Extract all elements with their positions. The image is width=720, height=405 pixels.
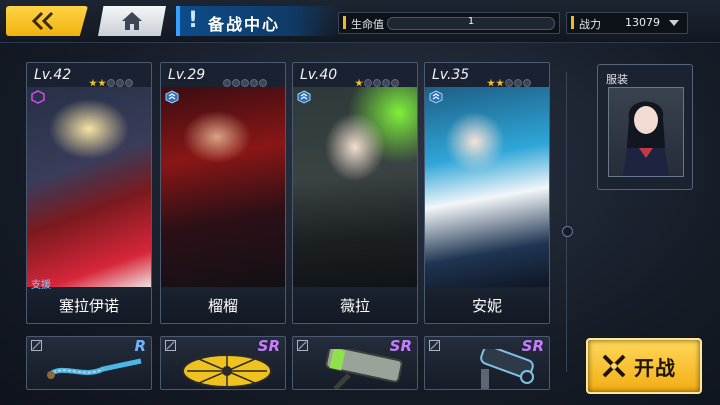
home-button[interactable] — [98, 6, 166, 36]
chevron-role-icon — [429, 90, 443, 104]
page-title: 备战中心 — [208, 15, 281, 34]
death-hammer-icon — [325, 349, 403, 389]
page-title-box: ! 备战中心 — [176, 6, 340, 36]
hp-value: 1 — [467, 16, 475, 27]
hero-portrait — [425, 87, 549, 287]
back-arrow-icon — [31, 11, 54, 31]
weapon-slot-3[interactable]: SR — [292, 336, 418, 390]
umbrella-icon — [182, 354, 272, 388]
energy-bar — [359, 281, 412, 296]
hexagon-role-icon — [31, 90, 45, 104]
hero-level: Lv.42 — [34, 67, 72, 83]
power-display[interactable]: 战力 13079 — [566, 12, 688, 34]
equip-slot-icon — [165, 340, 176, 351]
weapon-slot-2[interactable]: SR — [160, 336, 286, 390]
crossed-swords-icon — [602, 354, 626, 378]
hero-portrait — [161, 87, 285, 287]
power-label: 战力 — [579, 18, 601, 31]
hp-label: 生命值 — [351, 18, 384, 31]
hero-stars — [223, 72, 268, 91]
hero-name: 榴榴 — [161, 289, 285, 323]
costume-portrait[interactable] — [608, 87, 684, 177]
costume-panel[interactable]: 服装 — [597, 64, 693, 190]
hero-card-3[interactable]: Lv.40 薇拉 — [292, 62, 418, 324]
costume-character-icon — [623, 101, 669, 176]
chevron-role-icon — [297, 90, 311, 104]
hero-card-2[interactable]: Lv.29 榴榴 — [160, 62, 286, 324]
equip-slot-icon — [31, 340, 42, 351]
top-bar: ! 备战中心 生命值 1 战力 13079 — [0, 0, 720, 43]
hero-stars — [89, 72, 134, 91]
hero-stars — [487, 72, 532, 91]
weapon-slot-1[interactable]: R — [26, 336, 152, 390]
divider-dot — [562, 226, 573, 237]
equip-slot-icon — [429, 340, 440, 351]
energy-bar — [93, 281, 146, 296]
hero-stars — [355, 72, 400, 91]
hero-portrait — [27, 87, 151, 287]
cannon-icon — [480, 349, 534, 389]
hero-name: 塞拉伊诺 — [27, 289, 151, 323]
equip-slot-icon — [297, 340, 308, 351]
back-button[interactable] — [6, 6, 88, 36]
hp-display: 生命值 1 — [338, 12, 560, 34]
hero-card-1[interactable]: Lv.42 支援 塞拉伊诺 — [26, 62, 152, 324]
hero-level: Lv.29 — [168, 67, 206, 83]
panel-divider — [566, 72, 567, 372]
hero-name: 安妮 — [425, 289, 549, 323]
start-battle-label: 开战 — [634, 356, 676, 380]
hero-name: 薇拉 — [293, 289, 417, 323]
hero-level: Lv.35 — [432, 67, 470, 83]
hp-bar: 1 — [387, 16, 555, 30]
chain-sword-icon — [47, 358, 142, 379]
hp-marker — [343, 16, 346, 29]
hero-portrait — [293, 87, 417, 287]
hero-level: Lv.40 — [300, 67, 338, 83]
weapon-slot-4[interactable]: SR — [424, 336, 550, 390]
costume-label: 服装 — [606, 73, 628, 86]
power-marker — [571, 16, 574, 29]
dropdown-arrow-icon[interactable] — [669, 20, 679, 26]
start-battle-button[interactable]: 开战 — [586, 338, 702, 394]
hero-card-4[interactable]: Lv.35 安妮 — [424, 62, 550, 324]
chevron-role-icon — [165, 90, 179, 104]
alert-icon: ! — [188, 8, 199, 33]
home-icon — [122, 12, 142, 30]
energy-bar — [491, 281, 544, 296]
energy-bar — [227, 281, 280, 296]
power-value: 13079 — [625, 16, 660, 29]
